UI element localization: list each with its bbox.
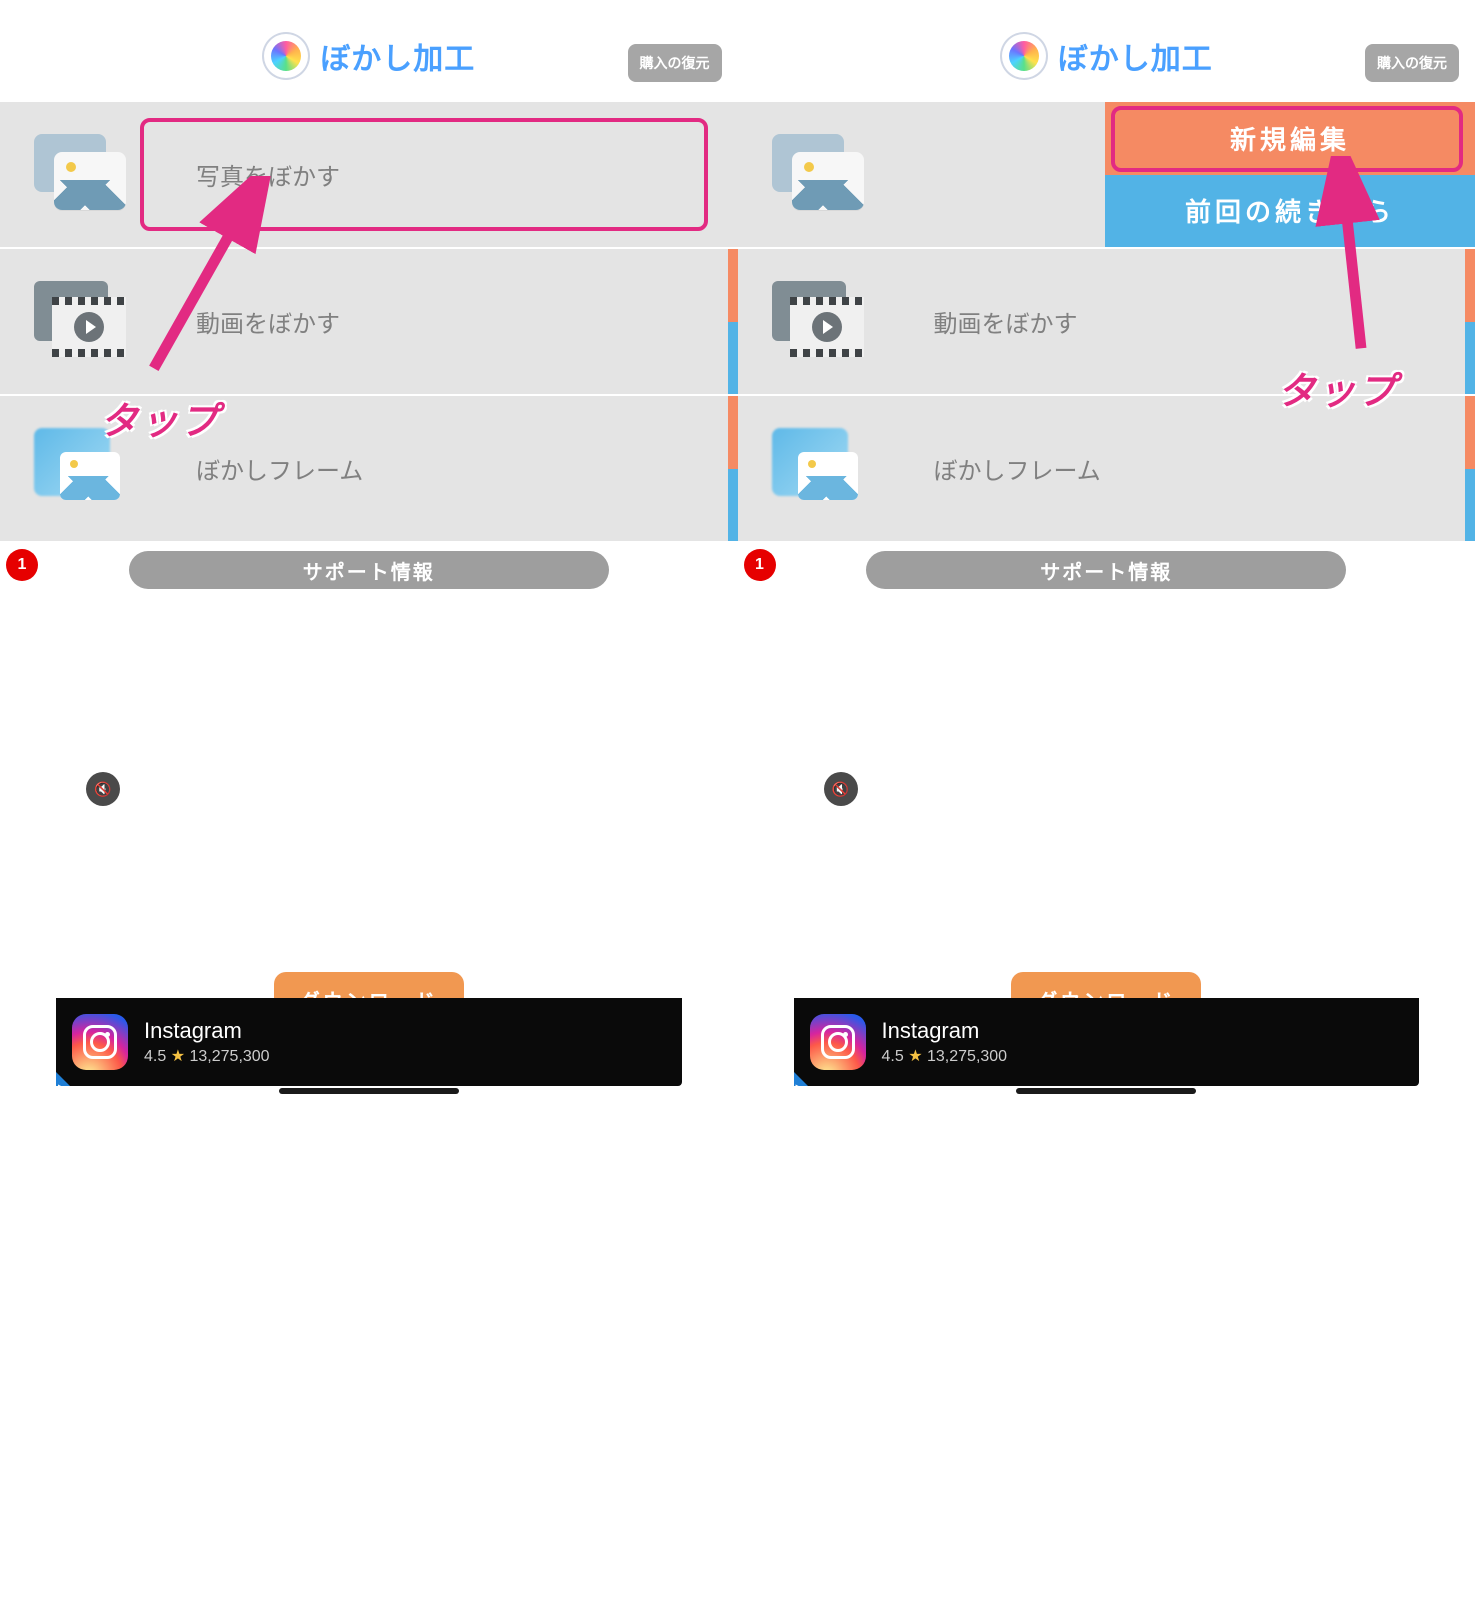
home-indicator[interactable] <box>279 1088 459 1094</box>
support-info-button[interactable]: 1 サポート情報 <box>738 549 1475 591</box>
support-label: サポート情報 <box>866 551 1346 589</box>
feature-blur-frame[interactable]: ぼかしフレーム <box>0 394 738 541</box>
mute-icon[interactable]: 🔇 <box>86 772 120 806</box>
app-icon <box>262 32 310 80</box>
feature-label: ぼかしフレーム <box>196 451 363 486</box>
app-title: ぼかし加工 <box>1058 34 1213 78</box>
header: ぼかし加工 購入の復元 <box>0 0 738 100</box>
new-edit-button[interactable]: 新規編集 <box>1105 102 1475 175</box>
feature-blur-video[interactable]: 動画をぼかす <box>0 247 738 394</box>
screenshot-left: ぼかし加工 購入の復元 写真をぼかす 動画をぼかす ぼかしフレーム <box>0 0 738 1600</box>
screenshot-right: ぼかし加工 購入の復元 新規編集 前回の続きから 動画をぼかす <box>738 0 1475 1600</box>
feature-blur-photo-expanded: 新規編集 前回の続きから <box>738 100 1475 247</box>
restore-purchase-button[interactable]: 購入の復元 <box>628 44 722 82</box>
feature-label: 動画をぼかす <box>934 304 1078 339</box>
feature-blur-photo[interactable]: 写真をぼかす <box>0 100 738 247</box>
accent-strip <box>728 249 738 394</box>
notification-badge: 1 <box>744 549 776 581</box>
continue-button[interactable]: 前回の続きから <box>1105 175 1475 248</box>
ad-rating: 4.5 ★ 13,275,300 <box>882 1046 1008 1066</box>
notification-badge: 1 <box>6 549 38 581</box>
header: ぼかし加工 購入の復元 <box>738 0 1475 100</box>
feature-blur-video[interactable]: 動画をぼかす <box>738 247 1475 394</box>
frame-icon <box>772 428 864 510</box>
ad-banner[interactable]: 🔇 ダウンロード Instagram 4.5 ★ 13,275,300 <box>0 756 738 1100</box>
adchoices-icon[interactable] <box>794 1072 808 1086</box>
frame-icon <box>34 428 126 510</box>
ad-info-bar[interactable]: Instagram 4.5 ★ 13,275,300 <box>56 998 682 1086</box>
instagram-icon <box>72 1014 128 1070</box>
home-indicator[interactable] <box>1016 1088 1196 1094</box>
app-icon <box>1000 32 1048 80</box>
mute-icon[interactable]: 🔇 <box>824 772 858 806</box>
photo-icon <box>34 134 126 216</box>
video-icon <box>772 281 864 363</box>
photo-icon <box>772 134 864 216</box>
star-icon: ★ <box>908 1048 922 1065</box>
feature-blur-frame[interactable]: ぼかしフレーム <box>738 394 1475 541</box>
adchoices-icon[interactable] <box>56 1072 70 1086</box>
ad-app-name: Instagram <box>144 1018 270 1044</box>
star-icon: ★ <box>171 1048 185 1065</box>
accent-strip <box>728 396 738 541</box>
feature-label: ぼかしフレーム <box>934 451 1101 486</box>
accent-strip <box>1465 249 1475 394</box>
ad-info-bar[interactable]: Instagram 4.5 ★ 13,275,300 <box>794 998 1420 1086</box>
video-icon <box>34 281 126 363</box>
ad-app-name: Instagram <box>882 1018 1008 1044</box>
instagram-icon <box>810 1014 866 1070</box>
ad-banner[interactable]: 🔇 ダウンロード Instagram 4.5 ★ 13,275,300 <box>738 756 1475 1100</box>
accent-strip <box>1465 396 1475 541</box>
ad-rating: 4.5 ★ 13,275,300 <box>144 1046 270 1066</box>
feature-label: 写真をぼかす <box>196 157 340 192</box>
app-title: ぼかし加工 <box>320 34 475 78</box>
support-info-button[interactable]: 1 サポート情報 <box>0 549 738 591</box>
support-label: サポート情報 <box>129 551 609 589</box>
feature-label: 動画をぼかす <box>196 304 340 339</box>
restore-purchase-button[interactable]: 購入の復元 <box>1365 44 1459 82</box>
